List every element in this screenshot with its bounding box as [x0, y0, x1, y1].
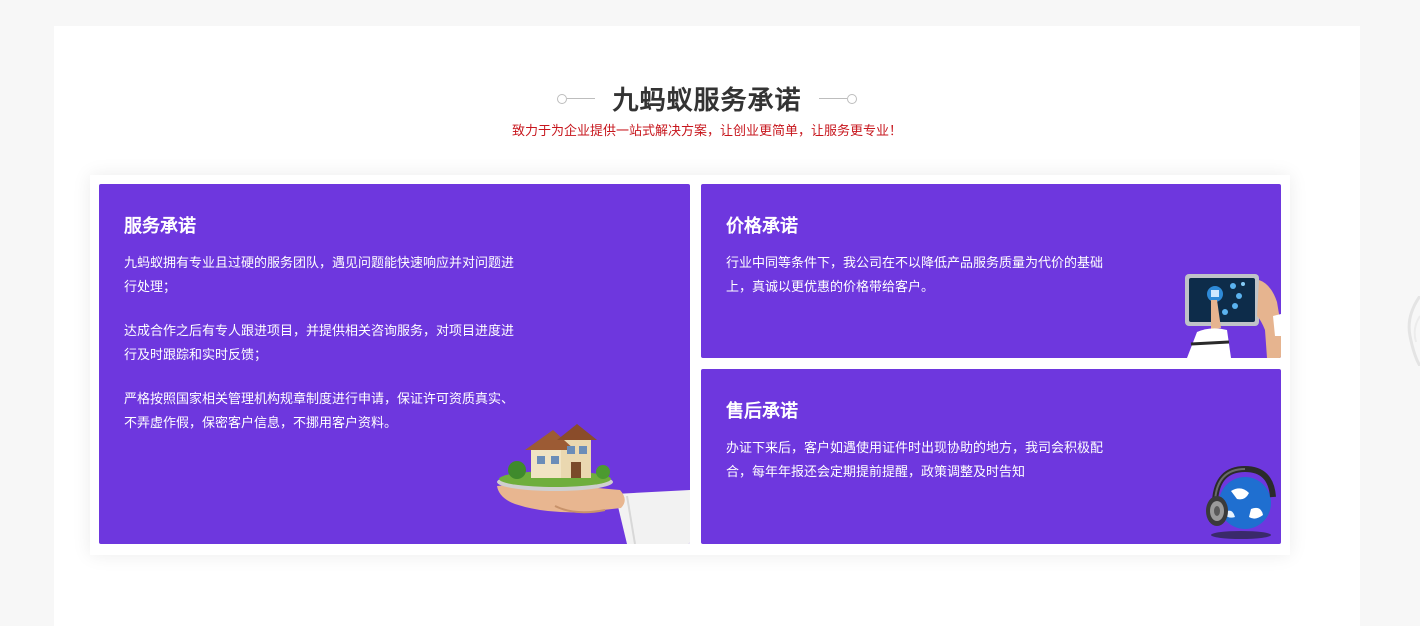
title-decoration-right — [817, 93, 857, 105]
card-paragraph: 达成合作之后有专人跟进项目，并提供相关咨询服务，对项目进度进行及时跟踪和实时反馈… — [124, 324, 515, 363]
title-decoration-left — [557, 93, 597, 105]
service-promise-card[interactable]: 服务承诺 九蚂蚁拥有专业且过硬的服务团队，遇见问题能快速响应并对问题进行处理； … — [99, 184, 690, 544]
headset-globe-icon — [1206, 465, 1276, 539]
card-body: 九蚂蚁拥有专业且过硬的服务团队，遇见问题能快速响应并对问题进行处理； 达成合作之… — [124, 252, 519, 456]
card-paragraph: 行业中同等条件下，我公司在不以降低产品服务质量为代价的基础上，真诚以更优惠的价格… — [726, 256, 1104, 295]
section-header: 九蚂蚁服务承诺 — [54, 80, 1360, 117]
card-paragraph: 九蚂蚁拥有专业且过硬的服务团队，遇见问题能快速响应并对问题进行处理； — [124, 256, 515, 295]
section-subtitle: 致力于为企业提供一站式解决方案，让创业更简单，让服务更专业！ — [511, 124, 902, 139]
main-panel: 九蚂蚁服务承诺 致力于为企业提供一站式解决方案，让创业更简单，让服务更专业！ 服… — [54, 26, 1360, 626]
card-paragraph: 严格按照国家相关管理机构规章制度进行申请，保证许可资质真实、不弄虚作假，保密客户… — [124, 392, 515, 431]
promise-cards-frame: 服务承诺 九蚂蚁拥有专业且过硬的服务团队，遇见问题能快速响应并对问题进行处理； … — [90, 175, 1290, 555]
edge-decoration-icon — [1407, 296, 1420, 366]
card-body: 行业中同等条件下，我公司在不以降低产品服务质量为代价的基础上，真诚以更优惠的价格… — [726, 252, 1111, 320]
after-sales-promise-card[interactable]: 售后承诺 办证下来后，客户如遇使用证件时出现协助的地方，我司会积极配合，每年年报… — [701, 369, 1281, 544]
section-title: 九蚂蚁服务承诺 — [612, 86, 802, 116]
house-on-hand-icon — [497, 424, 690, 544]
tablet-touch-icon — [1185, 274, 1281, 358]
card-body: 办证下来后，客户如遇使用证件时出现协助的地方，我司会积极配合，每年年报还会定期提… — [726, 437, 1111, 505]
card-title: 售后承诺 — [726, 401, 798, 422]
price-promise-card[interactable]: 价格承诺 行业中同等条件下，我公司在不以降低产品服务质量为代价的基础上，真诚以更… — [701, 184, 1281, 358]
card-title: 服务承诺 — [124, 216, 196, 237]
card-paragraph: 办证下来后，客户如遇使用证件时出现协助的地方，我司会积极配合，每年年报还会定期提… — [726, 441, 1104, 480]
card-title: 价格承诺 — [726, 216, 798, 237]
